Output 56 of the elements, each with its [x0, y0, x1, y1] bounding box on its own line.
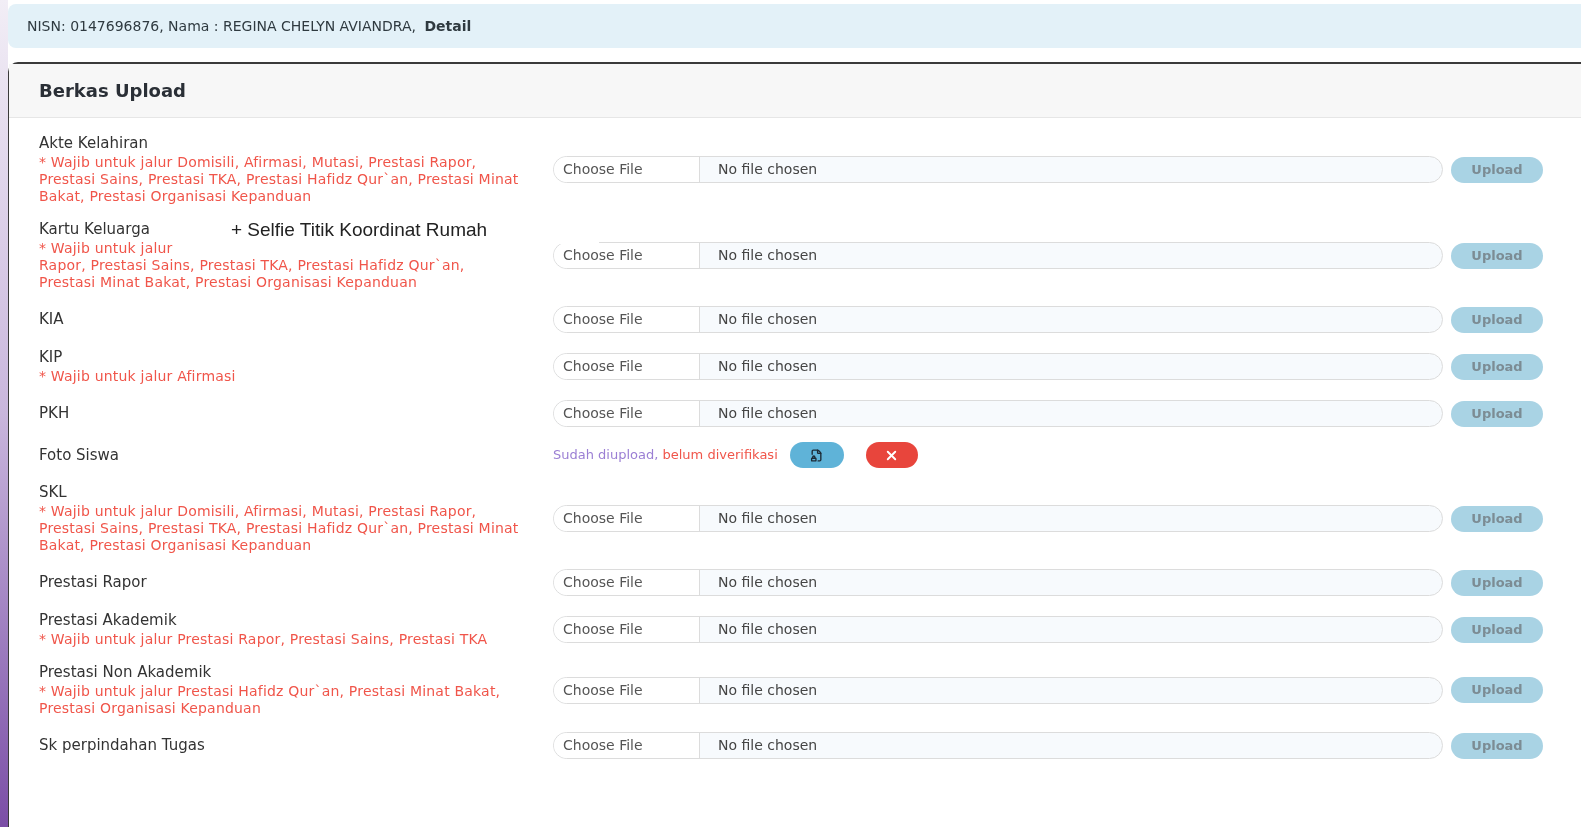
file-input[interactable]: Choose File No file chosen [553, 306, 1443, 333]
choose-file-button[interactable]: Choose File [554, 243, 700, 268]
file-input[interactable]: Choose File No file chosen [553, 732, 1443, 759]
requirement-note: * Wajib untuk jalur Domisili, Afirmasi, Mutasi, Prestasi Rapor, Prestasi Sains, Prestasi TKA, Prestasi Hafidz Qur`an, Prestasi Minat Bakat, Prestasi Organisasi Kepanduan [39, 503, 520, 554]
requirement-note: * Wajib untuk jalur [39, 240, 174, 257]
field-label: SKL [39, 483, 67, 502]
choose-file-button[interactable]: Choose File [554, 307, 700, 332]
choose-file-button[interactable]: Choose File [554, 570, 700, 595]
file-status: No file chosen [717, 357, 818, 376]
requirement-note: * Wajib untuk jalur Prestasi Rapor, Prestasi Sains, Prestasi TKA [39, 631, 489, 648]
choose-file-button[interactable]: Choose File [554, 677, 700, 703]
upload-status: Sudah diupload, [553, 447, 659, 463]
file-input[interactable]: Choose File No file chosen [553, 156, 1443, 183]
choose-file-button[interactable]: Choose File [554, 506, 700, 531]
choose-file-button[interactable]: Choose File [554, 733, 700, 758]
file-status: No file chosen [717, 680, 818, 700]
field-label: Prestasi Non Akademik [39, 663, 212, 682]
choose-file-button[interactable]: Choose File [554, 157, 700, 182]
detail-link[interactable]: Detail [424, 15, 472, 37]
delete-button[interactable] [865, 442, 918, 468]
verification-status: belum diverifikasi [662, 447, 778, 463]
file-status: No file chosen [717, 310, 818, 329]
file-status: No file chosen [717, 620, 818, 639]
field-label: PKH [39, 404, 70, 423]
field-label: Akte Kelahiran [39, 134, 149, 153]
file-input[interactable]: Choose File No file chosen [553, 400, 1443, 427]
file-input[interactable]: Choose File No file chosen [553, 242, 1443, 269]
field-label: Kartu Keluarga [39, 220, 150, 239]
file-status: No file chosen [717, 160, 818, 179]
field-label: Prestasi Akademik [39, 611, 177, 630]
choose-file-button[interactable]: Choose File [554, 617, 700, 642]
requirement-note: * Wajib untuk jalur Afirmasi [39, 368, 237, 385]
field-label: Prestasi Rapor [39, 573, 147, 592]
card-title: Berkas Upload [39, 79, 186, 103]
file-status: No file chosen [717, 509, 818, 528]
file-input[interactable]: Choose File No file chosen [553, 353, 1443, 380]
choose-file-button[interactable]: Choose File [554, 354, 700, 379]
file-input[interactable]: Choose File No file chosen [553, 505, 1443, 532]
file-input[interactable]: Choose File No file chosen [553, 616, 1443, 643]
requirement-note: * Wajib untuk jalur Prestasi Hafidz Qur`an, Prestasi Minat Bakat, Prestasi Organisasi Kepanduan [39, 683, 502, 717]
file-input[interactable]: Choose File No file chosen [553, 676, 1443, 704]
field-label: Foto Siswa [39, 445, 120, 465]
requirement-note: * Wajib untuk jalur Domisili, Afirmasi, Mutasi, Prestasi Rapor, Prestasi Sains, Prestasi TKA, Prestasi Hafidz Qur`an, Prestasi Minat Bakat, Prestasi Organisasi Kepanduan [39, 154, 520, 205]
choose-file-button[interactable]: Choose File [554, 401, 700, 426]
student-info: NISN: 0147696876, Nama : REGINA CHELYN AVIANDRA, [27, 16, 417, 36]
file-icon [810, 448, 824, 462]
view-file-button[interactable] [789, 442, 844, 468]
file-status: No file chosen [717, 246, 818, 265]
field-label: KIP [39, 348, 63, 367]
field-label: KIA [39, 310, 64, 329]
file-input[interactable]: Choose File No file chosen [553, 569, 1443, 596]
file-status: No file chosen [717, 573, 818, 592]
field-label: Sk perpindahan Tugas [39, 736, 205, 755]
file-status: No file chosen [717, 404, 818, 423]
file-status: No file chosen [717, 736, 818, 755]
requirement-note: Rapor, Prestasi Sains, Prestasi TKA, Prestasi Hafidz Qur`an, Prestasi Minat Bakat, Prestasi Organisasi Kepanduan [39, 257, 466, 291]
